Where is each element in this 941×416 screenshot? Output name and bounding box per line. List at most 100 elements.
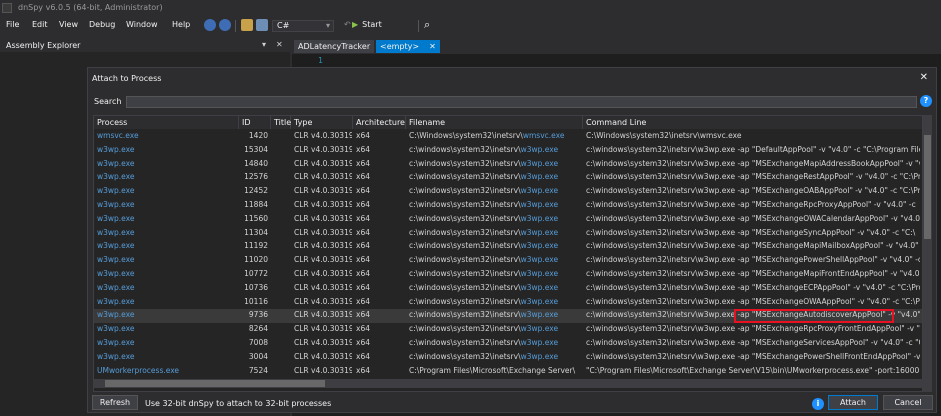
table-row[interactable]: w3wp.exe 11304 CLR v4.0.30319 x64 c:\windows… bbox=[94, 227, 922, 241]
close-icon[interactable]: ✕ bbox=[276, 40, 283, 49]
cell-filename: c:\windows\system32\inetsrv\w3wp.exe bbox=[409, 214, 581, 223]
undo-icon[interactable]: ↶ bbox=[344, 20, 351, 29]
filename-path: c:\windows\system32\inetsrv\ bbox=[409, 296, 521, 306]
window-title: dnSpy v6.0.5 (64-bit, Administrator) bbox=[18, 3, 163, 12]
cell-type: CLR v4.0.30319 bbox=[294, 282, 352, 292]
tab-empty[interactable]: ADLatencyTracker<empty>✕ bbox=[376, 40, 440, 53]
tab-adlatencytracker[interactable]: ADLatencyTracker bbox=[294, 40, 375, 53]
vertical-scroll-thumb[interactable] bbox=[924, 135, 931, 239]
column-header-filename[interactable]: Filename bbox=[406, 116, 583, 129]
cell-cmd: c:\windows\system32\inetsrv\w3wp.exe -ap… bbox=[586, 213, 920, 223]
cell-arch: x64 bbox=[356, 186, 370, 196]
table-row[interactable]: w3wp.exe 14840 CLR v4.0.30319 x64 c:\windows… bbox=[94, 158, 922, 172]
cell-type: CLR v4.0.30319 bbox=[294, 310, 352, 320]
cell-cmd: c:\windows\system32\inetsrv\w3wp.exe -ap… bbox=[586, 227, 916, 237]
cell-arch: x64 bbox=[356, 241, 370, 251]
table-row[interactable]: w3wp.exe 10736 CLR v4.0.30319 x64 c:\windows… bbox=[94, 282, 922, 296]
cell-arch: x64 bbox=[356, 269, 370, 278]
menu-edit[interactable]: Edit bbox=[32, 20, 48, 29]
filename-path: c:\windows\system32\inetsrv\ bbox=[409, 144, 521, 154]
menu-help[interactable]: Help bbox=[172, 20, 190, 29]
line-number: 1 bbox=[318, 56, 324, 65]
cell-cmd: c:\windows\system32\inetsrv\w3wp.exe -ap… bbox=[586, 351, 920, 361]
cell-cmd: c:\windows\system32\inetsrv\w3wp.exe -ap… bbox=[586, 324, 920, 334]
filename-exe: w3wp.exe bbox=[520, 269, 559, 278]
table-row[interactable]: w3wp.exe 11020 CLR v4.0.30319 x64 c:\windows… bbox=[94, 254, 922, 268]
horizontal-scrollbar[interactable] bbox=[93, 379, 923, 388]
table-row[interactable]: UMworkerprocess.exe 7524 CLR v4.0.30319 x64… bbox=[94, 365, 922, 379]
cell-arch: x64 bbox=[356, 213, 370, 223]
back-icon[interactable] bbox=[204, 19, 216, 31]
use-32bit-checkbox-label[interactable]: Use 32-bit dnSpy to attach to 32-bit pro… bbox=[145, 399, 331, 408]
forward-icon[interactable] bbox=[219, 19, 231, 31]
tab-close-icon[interactable]: ✕ bbox=[429, 42, 436, 51]
filename-exe: w3wp.exe bbox=[520, 144, 559, 154]
cell-cmd: c:\windows\system32\inetsrv\w3wp.exe -ap… bbox=[586, 296, 920, 306]
pin-icon[interactable]: ▾ bbox=[262, 40, 266, 49]
filename-path: c:\windows\system32\inetsrv\ bbox=[409, 213, 521, 223]
table-row[interactable]: w3wp.exe 12576 CLR v4.0.30319 x64 c:\windows… bbox=[94, 171, 922, 185]
cell-process: w3wp.exe bbox=[97, 255, 135, 265]
menu-window[interactable]: Window bbox=[126, 20, 158, 29]
cell-type: CLR v4.0.30319 bbox=[294, 324, 352, 334]
table-row[interactable]: w3wp.exe 7008 CLR v4.0.30319 x64 c:\windows\… bbox=[94, 337, 922, 351]
cell-arch: x64 bbox=[356, 200, 370, 209]
table-row[interactable]: w3wp.exe 11884 CLR v4.0.30319 x64 c:\windows… bbox=[94, 199, 922, 213]
cell-type: CLR v4.0.30319 bbox=[294, 255, 352, 265]
start-button[interactable]: ▶ Start bbox=[352, 20, 382, 29]
cell-process: w3wp.exe bbox=[97, 227, 135, 237]
table-row[interactable]: wmsvc.exe 1420 CLR v4.0.30319 x64 C:\Windows… bbox=[94, 130, 922, 144]
attach-button[interactable]: Attach bbox=[828, 395, 878, 410]
cell-process: w3wp.exe bbox=[97, 158, 135, 168]
filename-path: c:\windows\system32\inetsrv\ bbox=[409, 255, 521, 265]
menu-debug[interactable]: Debug bbox=[89, 20, 115, 29]
refresh-button[interactable]: Refresh bbox=[92, 395, 138, 410]
cell-type: CLR v4.0.30319 bbox=[294, 158, 352, 168]
table-row[interactable]: w3wp.exe 11192 CLR v4.0.30319 x64 c:\windows… bbox=[94, 240, 922, 254]
search-input[interactable] bbox=[126, 96, 917, 108]
dialog-close-icon[interactable]: ✕ bbox=[920, 72, 928, 83]
cell-process: w3wp.exe bbox=[97, 296, 135, 306]
save-all-icon[interactable] bbox=[256, 19, 268, 31]
menu-view[interactable]: View bbox=[59, 20, 78, 29]
filename-path: c:\windows\system32\inetsrv\ bbox=[409, 351, 521, 361]
cell-arch: x64 bbox=[356, 282, 370, 292]
filename-path: c:\windows\system32\inetsrv\ bbox=[409, 227, 521, 237]
cell-id: 9736 bbox=[248, 310, 268, 320]
menu-file[interactable]: File bbox=[6, 20, 19, 29]
cell-process: w3wp.exe bbox=[97, 186, 135, 196]
table-row[interactable]: w3wp.exe 10116 CLR v4.0.30319 x64 c:\windows… bbox=[94, 296, 922, 310]
table-row[interactable]: w3wp.exe 8264 CLR v4.0.30319 x64 c:\windows\… bbox=[94, 323, 922, 337]
cell-arch: x64 bbox=[356, 255, 370, 265]
cancel-button[interactable]: Cancel bbox=[883, 395, 933, 410]
cell-id: 11020 bbox=[244, 255, 268, 265]
column-header-type[interactable]: Type bbox=[291, 116, 353, 129]
table-row[interactable]: w3wp.exe 11560 CLR v4.0.30319 x64 c:\windows… bbox=[94, 213, 922, 227]
column-header-command-line[interactable]: Command Line bbox=[583, 116, 922, 129]
column-header-process[interactable]: Process bbox=[94, 116, 239, 129]
table-row[interactable]: w3wp.exe 15304 CLR v4.0.30319 x64 c:\windows… bbox=[94, 144, 922, 158]
cell-id: 7008 bbox=[248, 338, 268, 347]
cell-filename: c:\windows\system32\inetsrv\w3wp.exe bbox=[409, 159, 581, 168]
cell-id: 11192 bbox=[244, 241, 268, 251]
filename-exe: wmsvc.exe bbox=[522, 131, 565, 140]
help-icon[interactable]: ? bbox=[920, 95, 932, 107]
cell-id: 10736 bbox=[244, 282, 268, 292]
language-combo[interactable]: C# ▾ bbox=[272, 20, 334, 32]
filename-exe: w3wp.exe bbox=[520, 213, 559, 223]
vertical-scrollbar[interactable] bbox=[923, 115, 932, 392]
table-row[interactable]: w3wp.exe 12452 CLR v4.0.30319 x64 c:\windows… bbox=[94, 185, 922, 199]
table-row[interactable]: w3wp.exe 3004 CLR v4.0.30319 x64 c:\windows\… bbox=[94, 351, 922, 365]
cell-id: 14840 bbox=[244, 158, 268, 168]
language-value: C# bbox=[277, 21, 290, 30]
column-header-architecture[interactable]: Architecture bbox=[353, 116, 406, 129]
filename-path: C:\Windows\system32\inetsrv\ bbox=[409, 131, 523, 140]
cell-arch: x64 bbox=[356, 227, 370, 237]
column-header-id[interactable]: ID bbox=[239, 116, 271, 129]
open-folder-icon[interactable] bbox=[241, 19, 253, 31]
search-icon[interactable]: ⌕ bbox=[424, 18, 430, 32]
column-header-title[interactable]: Title bbox=[271, 116, 291, 129]
horizontal-scroll-thumb[interactable] bbox=[105, 380, 325, 387]
cell-filename: c:\windows\system32\inetsrv\w3wp.exe bbox=[409, 228, 581, 237]
table-row[interactable]: w3wp.exe 10772 CLR v4.0.30319 x64 c:\windows… bbox=[94, 268, 922, 282]
